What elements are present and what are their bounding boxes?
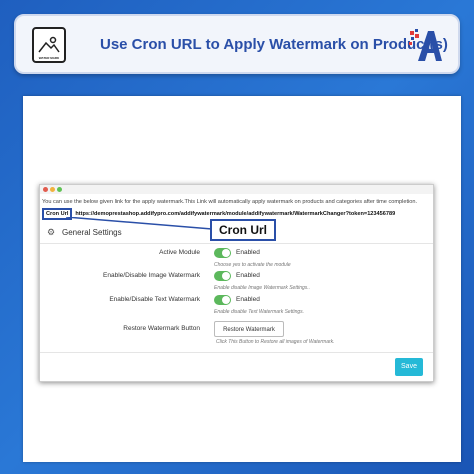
save-button[interactable]: Save bbox=[395, 358, 423, 376]
restore-watermark-button[interactable]: Restore Watermark bbox=[214, 321, 284, 337]
restore-watermark-label: Restore Watermark Button bbox=[123, 325, 200, 332]
text-watermark-value: Enabled bbox=[236, 296, 260, 303]
form-footer: Save bbox=[40, 352, 433, 381]
text-watermark-hint: Enable disable Text Watermark Settings. bbox=[214, 309, 305, 315]
restore-watermark-hint: Click This Button to Restore all images … bbox=[216, 339, 335, 345]
image-watermark-toggle[interactable] bbox=[214, 271, 231, 281]
active-module-toggle[interactable] bbox=[214, 248, 231, 258]
active-module-hint: Choose yes to activate the module bbox=[214, 262, 291, 268]
icon-caption: WATER MARK bbox=[38, 56, 60, 60]
header-banner: WATER MARK Use Cron URL to Apply Waterma… bbox=[14, 14, 460, 74]
image-watermark-label: Enable/Disable Image Watermark bbox=[103, 272, 200, 279]
maximize-dot-icon bbox=[57, 187, 62, 192]
text-watermark-toggle[interactable] bbox=[214, 295, 231, 305]
watermark-image-icon: WATER MARK bbox=[32, 27, 66, 63]
active-module-label: Active Module bbox=[159, 249, 200, 256]
close-dot-icon bbox=[43, 187, 48, 192]
window-bar bbox=[40, 185, 433, 194]
gears-icon: ⚙ bbox=[47, 227, 56, 237]
cron-url-callout: Cron Url bbox=[210, 219, 276, 241]
brand-logo bbox=[409, 29, 442, 61]
info-text: You can use the below given link for the… bbox=[42, 199, 418, 205]
active-module-value: Enabled bbox=[236, 249, 260, 256]
text-watermark-label: Enable/Disable Text Watermark bbox=[109, 296, 200, 303]
minimize-dot-icon bbox=[50, 187, 55, 192]
page-title: Use Cron URL to Apply Watermark on Produ… bbox=[100, 36, 448, 53]
image-watermark-hint: Enable disable Image Watermark Settings.… bbox=[214, 285, 311, 291]
module-settings-screenshot: You can use the below given link for the… bbox=[39, 184, 434, 382]
section-title: General Settings bbox=[62, 228, 122, 237]
image-watermark-value: Enabled bbox=[236, 272, 260, 279]
